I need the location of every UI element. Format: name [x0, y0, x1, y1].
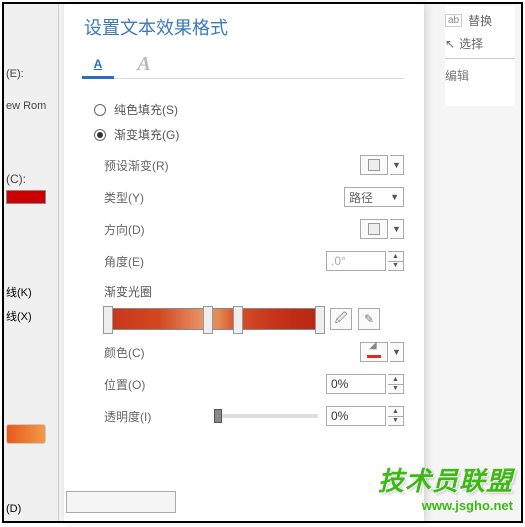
transparency-label: 透明度(I) [94, 408, 214, 425]
radio-gradient-fill[interactable]: 渐变填充(G) [94, 126, 404, 143]
ribbon-editing-group: ab替换 ↖选择 编辑 [445, 6, 515, 106]
tab-text-outline[interactable]: A [130, 50, 158, 78]
ribbon-select[interactable]: ↖选择 [445, 35, 515, 52]
bottom-button[interactable] [66, 491, 176, 513]
gradient-stop[interactable] [103, 306, 113, 334]
color-dropdown[interactable] [360, 342, 388, 362]
left-label-d: (D) [6, 503, 21, 515]
gradient-stops-label: 渐变光圈 [94, 283, 404, 300]
paint-bucket-icon [367, 346, 381, 358]
ribbon-replace[interactable]: ab替换 [445, 12, 515, 29]
chevron-down-icon[interactable]: ▼ [390, 155, 404, 175]
angle-spinner[interactable]: ▲▼ [388, 251, 404, 271]
left-label-k: 线(K) [6, 284, 56, 300]
panel-tabs: A A [84, 50, 404, 79]
add-stop-button[interactable]: 🖉 [330, 308, 352, 330]
transparency-slider[interactable] [214, 414, 318, 418]
chevron-down-icon[interactable]: ▼ [390, 342, 404, 362]
slider-thumb[interactable] [214, 409, 222, 423]
left-label-x: 线(X) [6, 308, 56, 324]
position-label: 位置(O) [94, 376, 214, 393]
radio-icon-selected [94, 129, 106, 141]
gradient-stop[interactable] [315, 306, 325, 334]
left-gradient-swatch[interactable] [6, 424, 46, 444]
ribbon-edit-label: 编辑 [445, 67, 515, 84]
position-spinner[interactable]: ▲▼ [388, 374, 404, 394]
watermark: 技术员联盟 www.jsgho.net [378, 461, 513, 513]
transparency-input[interactable]: 0% [326, 406, 386, 426]
gradient-stop[interactable] [233, 306, 243, 334]
direction-label: 方向(D) [94, 221, 214, 238]
ribbon-separator [445, 58, 515, 59]
type-label: 类型(Y) [94, 189, 214, 206]
radio-solid-fill[interactable]: 纯色填充(S) [94, 101, 404, 118]
text-effects-panel: 设置文本效果格式 A A 纯色填充(S) 渐变填充(G) 预设渐变(R) ▼ [64, 4, 424, 521]
gradient-stop[interactable] [203, 306, 213, 334]
chevron-down-icon[interactable]: ▼ [390, 219, 404, 239]
left-label-c: (C): [6, 172, 56, 186]
direction-dropdown[interactable] [360, 219, 388, 239]
gradient-stops-strip[interactable] [104, 308, 324, 330]
tab-text-fill[interactable]: A [84, 50, 112, 78]
transparency-spinner[interactable]: ▲▼ [388, 406, 404, 426]
radio-icon [94, 104, 106, 116]
remove-stop-button[interactable]: ✎ [358, 308, 380, 330]
left-label-f: (E): [6, 68, 56, 80]
left-font-sample: ew Rom [6, 100, 56, 112]
type-dropdown[interactable]: 路径▼ [344, 187, 404, 207]
color-label: 颜色(C) [94, 344, 214, 361]
panel-title: 设置文本效果格式 [84, 14, 404, 40]
position-input[interactable]: 0% [326, 374, 386, 394]
preset-gradient-label: 预设渐变(R) [94, 157, 214, 174]
angle-label: 角度(E) [94, 253, 214, 270]
preset-gradient-dropdown[interactable] [360, 155, 388, 175]
left-background-pane: (E): ew Rom (C): 线(K) 线(X) (D) [4, 4, 59, 521]
angle-input[interactable]: .0° [326, 251, 386, 271]
watermark-logo: 技术员联盟 [378, 461, 513, 498]
cursor-icon: ↖ [445, 37, 455, 51]
left-color-swatch[interactable] [6, 190, 46, 204]
watermark-url: www.jsgho.net [378, 498, 513, 513]
chevron-down-icon: ▼ [390, 192, 399, 202]
